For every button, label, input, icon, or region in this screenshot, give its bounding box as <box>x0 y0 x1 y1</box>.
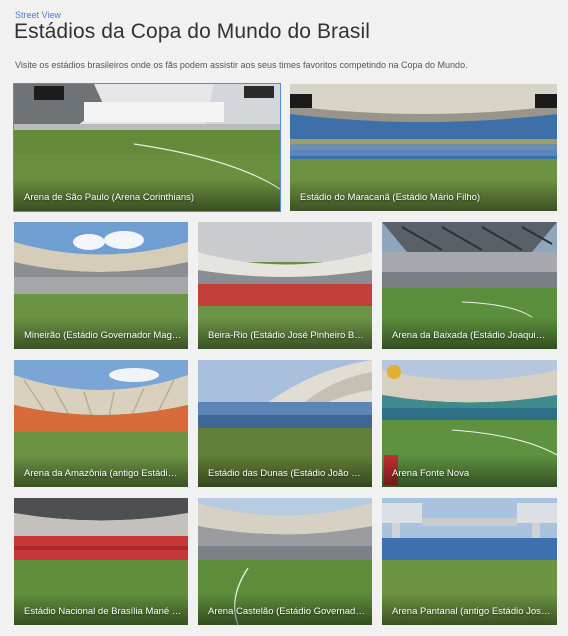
page-title: Estádios da Copa do Mundo do Brasil <box>14 20 371 43</box>
stadium-tile-arena-baixada[interactable]: Arena da Baixada (Estádio Joaquim Améric… <box>382 222 557 349</box>
stadium-tile-mineirao[interactable]: Mineirão (Estádio Governador Magalhães P… <box>14 222 188 349</box>
stadium-tile-arena-pantanal[interactable]: Arena Pantanal (antigo Estádio José Frag… <box>382 498 557 625</box>
page: Street View Estádios da Copa do Mundo do… <box>0 0 568 636</box>
stadium-tile-arena-amazonia[interactable]: Arena da Amazônia (antigo Estádio Vivald… <box>14 360 188 487</box>
stadium-tile-arena-castelao[interactable]: Arena Castelão (Estádio Governador Pláci… <box>198 498 372 625</box>
stadium-label: Arena Pantanal (antigo Estádio José Frag… <box>392 606 551 617</box>
stadium-tile-estadio-dunas[interactable]: Estádio das Dunas (Estádio João Cláudio … <box>198 360 372 487</box>
street-view-link[interactable]: Street View <box>15 10 61 20</box>
stadium-label: Estádio Nacional de Brasília Mané Garrin… <box>24 606 182 617</box>
stadium-label: Mineirão (Estádio Governador Magalhães P… <box>24 330 182 341</box>
stadium-label: Arena Castelão (Estádio Governador Pláci… <box>208 606 366 617</box>
page-subtitle: Visite os estádios brasileiros onde os f… <box>15 60 468 70</box>
stadium-label: Arena de São Paulo (Arena Corinthians) <box>24 192 195 203</box>
stadium-label: Arena da Baixada (Estádio Joaquim Améric… <box>392 330 551 341</box>
stadium-tile-arena-fonte-nova[interactable]: Arena Fonte Nova <box>382 360 557 487</box>
stadium-label: Estádio das Dunas (Estádio João Cláudio … <box>208 468 366 479</box>
stadium-tile-mane-garrincha[interactable]: Estádio Nacional de Brasília Mané Garrin… <box>14 498 188 625</box>
stadium-label: Arena da Amazônia (antigo Estádio Vivald… <box>24 468 182 479</box>
stadium-tile-maracana[interactable]: Estádio do Maracanã (Estádio Mário Filho… <box>290 84 557 211</box>
stadium-label: Estádio do Maracanã (Estádio Mário Filho… <box>300 192 481 203</box>
stadium-label: Beira-Rio (Estádio José Pinheiro Borda) <box>208 330 366 341</box>
stadium-label: Arena Fonte Nova <box>392 468 470 479</box>
stadium-tile-arena-sao-paulo[interactable]: Arena de São Paulo (Arena Corinthians) <box>13 83 281 212</box>
stadium-tile-beira-rio[interactable]: Beira-Rio (Estádio José Pinheiro Borda) <box>198 222 372 349</box>
